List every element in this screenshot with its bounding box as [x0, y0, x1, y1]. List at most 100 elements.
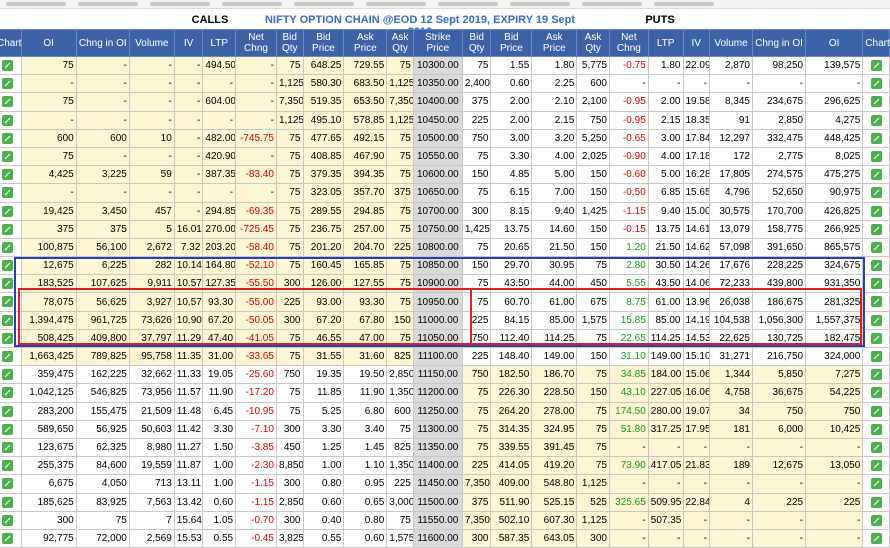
- put-chart-button[interactable]: [862, 219, 890, 239]
- chart-icon[interactable]: [2, 441, 14, 453]
- chart-icon[interactable]: [870, 132, 882, 144]
- chart-icon[interactable]: [2, 150, 14, 162]
- chart-icon[interactable]: [2, 532, 14, 544]
- call-chart-button[interactable]: [0, 419, 22, 439]
- put-chart-button[interactable]: [862, 183, 890, 203]
- column-header[interactable]: Bid Qty: [461, 29, 492, 57]
- column-header[interactable]: Bid Price: [490, 29, 533, 57]
- column-header[interactable]: LTP: [202, 29, 237, 57]
- chart-icon[interactable]: [870, 205, 882, 217]
- column-header[interactable]: Volume: [128, 29, 175, 57]
- call-chart-button[interactable]: [0, 292, 22, 312]
- chart-icon[interactable]: [2, 223, 14, 235]
- chart-icon[interactable]: [2, 187, 14, 199]
- put-chart-button[interactable]: [862, 346, 890, 367]
- chart-icon[interactable]: [2, 332, 14, 344]
- put-chart-button[interactable]: [862, 401, 890, 421]
- chart-icon[interactable]: [870, 405, 882, 417]
- put-chart-button[interactable]: [862, 310, 890, 330]
- call-chart-button[interactable]: [0, 510, 22, 530]
- put-chart-button[interactable]: [862, 256, 890, 276]
- put-chart-button[interactable]: [862, 437, 890, 458]
- column-header[interactable]: Ask Qty: [386, 29, 414, 57]
- call-chart-button[interactable]: [0, 219, 22, 239]
- chart-icon[interactable]: [2, 351, 14, 363]
- call-chart-button[interactable]: [0, 256, 22, 276]
- chart-icon[interactable]: [870, 532, 882, 544]
- call-chart-button[interactable]: [0, 237, 22, 258]
- put-chart-button[interactable]: [862, 165, 890, 185]
- chart-icon[interactable]: [2, 296, 14, 308]
- call-chart-button[interactable]: [0, 383, 22, 403]
- call-chart-button[interactable]: [0, 474, 22, 494]
- chart-icon[interactable]: [870, 241, 882, 253]
- call-chart-button[interactable]: [0, 128, 22, 148]
- chart-icon[interactable]: [2, 478, 14, 490]
- column-header[interactable]: Chart: [0, 29, 22, 57]
- chart-icon[interactable]: [2, 132, 14, 144]
- call-chart-button[interactable]: [0, 183, 22, 203]
- call-chart-button[interactable]: [0, 110, 22, 130]
- chart-icon[interactable]: [870, 187, 882, 199]
- put-chart-button[interactable]: [862, 110, 890, 130]
- call-chart-button[interactable]: [0, 346, 22, 367]
- chart-icon[interactable]: [870, 460, 882, 472]
- call-chart-button[interactable]: [0, 365, 22, 385]
- chart-icon[interactable]: [870, 423, 882, 435]
- put-chart-button[interactable]: [862, 292, 890, 312]
- call-chart-button[interactable]: [0, 201, 22, 221]
- chart-icon[interactable]: [2, 314, 14, 326]
- chart-icon[interactable]: [2, 114, 14, 126]
- chart-icon[interactable]: [2, 460, 14, 472]
- column-header[interactable]: OI: [20, 29, 77, 57]
- column-header[interactable]: Strike Price: [412, 29, 463, 57]
- chart-icon[interactable]: [870, 369, 882, 381]
- column-header[interactable]: Bid Price: [302, 29, 345, 57]
- put-chart-button[interactable]: [862, 528, 890, 548]
- put-chart-button[interactable]: [862, 74, 890, 94]
- call-chart-button[interactable]: [0, 55, 22, 76]
- chart-icon[interactable]: [2, 369, 14, 381]
- chart-icon[interactable]: [2, 260, 14, 272]
- put-chart-button[interactable]: [862, 274, 890, 294]
- call-chart-button[interactable]: [0, 528, 22, 548]
- chart-icon[interactable]: [870, 278, 882, 290]
- chart-icon[interactable]: [2, 514, 14, 526]
- chart-icon[interactable]: [870, 514, 882, 526]
- call-chart-button[interactable]: [0, 328, 22, 349]
- column-header[interactable]: Ask Price: [343, 29, 388, 57]
- chart-icon[interactable]: [870, 314, 882, 326]
- column-header[interactable]: Volume: [709, 29, 753, 57]
- column-header[interactable]: Net Chng: [235, 29, 277, 57]
- chart-icon[interactable]: [870, 296, 882, 308]
- put-chart-button[interactable]: [862, 92, 890, 112]
- put-chart-button[interactable]: [862, 201, 890, 221]
- chart-icon[interactable]: [870, 332, 882, 344]
- chart-icon[interactable]: [870, 387, 882, 399]
- put-chart-button[interactable]: [862, 146, 890, 167]
- chart-icon[interactable]: [870, 351, 882, 363]
- put-chart-button[interactable]: [862, 456, 890, 476]
- call-chart-button[interactable]: [0, 92, 22, 112]
- chart-icon[interactable]: [870, 223, 882, 235]
- chart-icon[interactable]: [870, 260, 882, 272]
- put-chart-button[interactable]: [862, 492, 890, 512]
- chart-icon[interactable]: [870, 478, 882, 490]
- chart-icon[interactable]: [2, 169, 14, 181]
- chart-icon[interactable]: [2, 423, 14, 435]
- column-header[interactable]: Bid Qty: [275, 29, 304, 57]
- put-chart-button[interactable]: [862, 419, 890, 439]
- column-header[interactable]: IV: [173, 29, 204, 57]
- chart-icon[interactable]: [870, 60, 882, 72]
- column-header[interactable]: Chng in OI: [75, 29, 130, 57]
- chart-icon[interactable]: [870, 441, 882, 453]
- call-chart-button[interactable]: [0, 274, 22, 294]
- chart-icon[interactable]: [2, 496, 14, 508]
- chart-icon[interactable]: [2, 60, 14, 72]
- put-chart-button[interactable]: [862, 383, 890, 403]
- put-chart-button[interactable]: [862, 474, 890, 494]
- chart-icon[interactable]: [2, 96, 14, 108]
- column-header[interactable]: Net Chng: [608, 29, 649, 57]
- chart-icon[interactable]: [2, 387, 14, 399]
- put-chart-button[interactable]: [862, 237, 890, 258]
